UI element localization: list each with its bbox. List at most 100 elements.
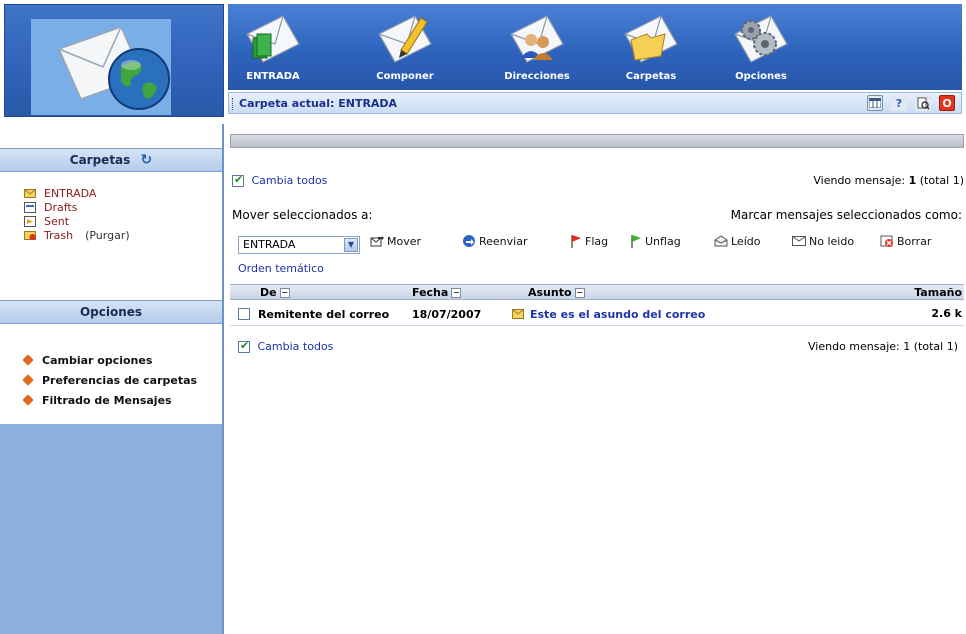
forward-button-label: Reenviar	[479, 234, 528, 248]
nav-direcciones-label: Direcciones	[504, 71, 570, 82]
status-bar: Carpeta actual: ENTRADA ? O	[228, 92, 962, 114]
mark-read-label: Leído	[731, 234, 761, 248]
top-nav-bar: ENTRADA Componer Direcciones Carpetas Op…	[228, 4, 962, 90]
folders-envelope-icon	[624, 15, 678, 63]
folder-name: Drafts	[44, 200, 78, 214]
move-icon	[370, 234, 384, 248]
toggle-all-bottom[interactable]: Cambia todos	[238, 339, 334, 353]
green-flag-icon	[628, 234, 642, 248]
toggle-all-label[interactable]: Cambia todos	[252, 174, 328, 187]
mark-unread-button[interactable]: No leido	[792, 234, 854, 248]
folder-name: Sent	[44, 214, 70, 228]
unread-envelope-icon	[512, 309, 524, 322]
thread-sort-link[interactable]: Orden temático	[238, 262, 324, 275]
flag-button-label: Flag	[585, 234, 609, 248]
column-date[interactable]: Fecha −	[412, 286, 462, 299]
logo	[4, 4, 224, 117]
delete-button-label: Borrar	[897, 234, 932, 248]
flag-button[interactable]: Flag	[568, 234, 608, 248]
folder-list: ENTRADA Drafts Sent Trash (Purgar)	[24, 186, 130, 242]
option-cambiar-opciones[interactable]: Cambiar opciones	[22, 350, 197, 370]
status-grip	[232, 98, 235, 110]
column-from[interactable]: De −	[260, 286, 290, 299]
folder-item-trash[interactable]: Trash (Purgar)	[24, 228, 130, 242]
table-row[interactable]: Remitente del correo 18/07/2007 Este es …	[230, 304, 964, 326]
chevron-down-icon: ▼	[344, 238, 358, 252]
move-folder-value: ENTRADA	[243, 238, 296, 251]
nav-direcciones[interactable]: Direcciones	[492, 4, 582, 90]
toggle-all-checkbox[interactable]	[232, 173, 244, 187]
column-size: Tamaño	[914, 286, 962, 299]
nav-entrada-label: ENTRADA	[246, 71, 300, 82]
bullet-icon	[22, 394, 34, 406]
move-button[interactable]: Mover	[370, 234, 421, 248]
toggle-all-top[interactable]: Cambia todos	[232, 173, 328, 187]
search-icon[interactable]	[915, 95, 931, 111]
nav-opciones-label: Opciones	[735, 71, 787, 82]
forward-icon	[462, 234, 476, 248]
compose-envelope-icon	[378, 15, 432, 63]
sort-icon[interactable]: −	[451, 288, 462, 298]
move-button-label: Mover	[387, 234, 422, 248]
viewing-suffix: (total 1)	[916, 174, 964, 187]
message-from: Remitente del correo	[258, 308, 390, 321]
option-preferencias-carpetas[interactable]: Preferencias de carpetas	[22, 370, 198, 390]
folder-item-entrada[interactable]: ENTRADA	[24, 186, 130, 200]
options-title: Opciones	[79, 305, 143, 319]
message-date: 18/07/2007	[412, 308, 482, 321]
mail-globe-logo-icon	[57, 26, 170, 110]
sidebar: Carpetas ↻ ENTRADA Drafts Sent Trash (Pu…	[0, 124, 224, 634]
toggle-all-label[interactable]: Cambia todos	[258, 340, 334, 353]
inbox-envelope-icon	[246, 15, 300, 63]
nav-carpetas[interactable]: Carpetas	[606, 4, 696, 90]
message-list-panel: Cambia todos Viendo mensaje: 1 (total 1)…	[230, 124, 964, 634]
folder-name: Trash	[44, 228, 74, 242]
forward-button[interactable]: Reenviar	[462, 234, 528, 248]
message-size: 2.6 k	[931, 307, 962, 320]
nav-opciones[interactable]: Opciones	[716, 4, 806, 90]
calendar-icon[interactable]	[867, 95, 883, 111]
message-subject[interactable]: Este es el asundo del correo	[530, 308, 705, 321]
mark-selected-label: Marcar mensajes seleccionados como:	[730, 208, 962, 222]
folder-item-sent[interactable]: Sent	[24, 214, 130, 228]
bullet-icon	[22, 374, 34, 386]
nav-carpetas-label: Carpetas	[625, 71, 677, 82]
unflag-button[interactable]: Unflag	[628, 234, 681, 248]
logout-icon[interactable]: O	[939, 95, 955, 111]
nav-entrada[interactable]: ENTRADA	[228, 4, 318, 90]
options-header: Opciones	[0, 300, 222, 324]
viewing-prefix: Viendo mensaje:	[813, 174, 909, 187]
bullet-icon	[22, 354, 34, 366]
drafts-folder-icon	[24, 201, 36, 213]
folders-header: Carpetas ↻	[0, 148, 222, 172]
inbox-folder-icon	[24, 188, 36, 199]
sort-icon[interactable]: −	[279, 288, 290, 298]
help-icon[interactable]: ?	[891, 95, 907, 111]
toggle-all-checkbox[interactable]	[238, 339, 250, 353]
option-filtrado-mensajes[interactable]: Filtrado de Mensajes	[22, 390, 197, 410]
delete-button[interactable]: Borrar	[880, 234, 931, 248]
option-label: Preferencias de carpetas	[42, 373, 198, 387]
column-date-label: Fecha	[412, 286, 449, 299]
viewing-suffix: (total 1)	[910, 340, 958, 353]
option-label: Filtrado de Mensajes	[42, 393, 172, 407]
folders-title: Carpetas	[69, 153, 131, 167]
viewing-count-bottom: Viendo mensaje: 1 (total 1)	[808, 340, 958, 353]
delete-icon	[880, 234, 894, 248]
addresses-envelope-icon	[510, 15, 564, 63]
move-folder-select[interactable]: ENTRADA ▼	[238, 236, 360, 254]
nav-componer[interactable]: Componer	[360, 4, 450, 90]
message-table-header: De − Fecha − Asunto − Tamaño	[230, 284, 964, 300]
message-checkbox[interactable]	[238, 308, 250, 320]
folder-item-drafts[interactable]: Drafts	[24, 200, 130, 214]
purge-trash-link[interactable]: (Purgar)	[85, 229, 130, 242]
refresh-icon[interactable]: ↻	[140, 152, 152, 168]
red-flag-icon	[568, 234, 582, 248]
mark-read-button[interactable]: Leído	[714, 234, 760, 248]
column-subject[interactable]: Asunto −	[528, 286, 585, 299]
folder-name: ENTRADA	[44, 186, 97, 200]
sort-icon[interactable]: −	[574, 288, 585, 298]
current-folder-label: Carpeta actual: ENTRADA	[239, 97, 398, 110]
viewing-count-top: Viendo mensaje: 1 (total 1)	[813, 174, 964, 187]
options-list: Cambiar opciones Preferencias de carpeta…	[22, 350, 198, 410]
